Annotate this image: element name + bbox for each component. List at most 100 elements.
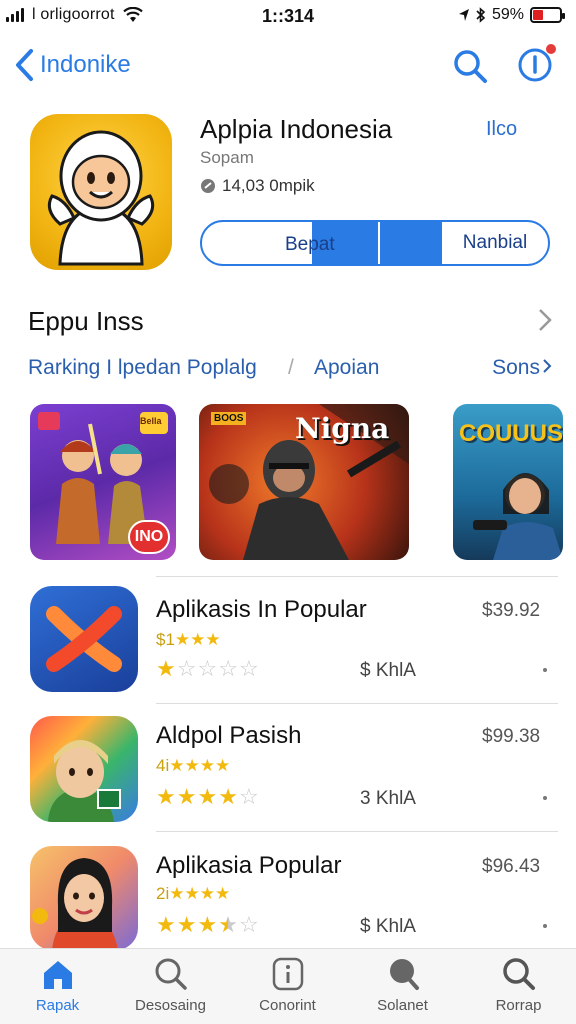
- segment-fill-2[interactable]: [378, 222, 442, 264]
- ranking-separator: /: [288, 356, 294, 379]
- more-dot[interactable]: [543, 924, 547, 928]
- status-bar: l orligoorrot 1::314 59%: [0, 0, 576, 34]
- list-app-subtitle: 4i ★★★★: [156, 756, 230, 776]
- section-title: Eppu Inss: [28, 306, 144, 336]
- back-label: Indonike: [40, 51, 131, 78]
- star-full-icon: ★: [176, 912, 197, 937]
- list-app-subtitle-text: $1: [156, 630, 175, 649]
- ranking-tab-apoian[interactable]: Apoian: [314, 356, 379, 380]
- tab-label: Desosaing: [135, 997, 206, 1014]
- see-all-link[interactable]: Sons: [492, 356, 552, 380]
- star-empty-icon: ☆: [238, 784, 259, 809]
- list-app-icon[interactable]: [30, 716, 138, 822]
- list-app-subtitle: $1 ★★★: [156, 630, 221, 650]
- tab-label: Solanet: [377, 997, 428, 1014]
- list-app-icon[interactable]: [30, 586, 138, 692]
- tab-search[interactable]: Desosaing: [113, 957, 228, 1014]
- featured-banner-1[interactable]: INO Bella: [30, 404, 176, 560]
- tab-label: Conorint: [259, 997, 316, 1014]
- app-developer: Sopam: [200, 148, 254, 167]
- divider: [156, 703, 558, 704]
- tab-search-2[interactable]: Rorrap: [461, 957, 576, 1014]
- get-button-label[interactable]: Bepat: [285, 234, 335, 256]
- chevron-left-icon: [16, 49, 33, 81]
- notification-dot: [546, 44, 556, 54]
- search-icon[interactable]: [452, 48, 488, 84]
- list-app-title[interactable]: Aplikasis In Popular: [156, 596, 367, 624]
- tab-label: Rorrap: [495, 997, 542, 1014]
- star-rating: ★ ★ ★ ★ ☆: [156, 786, 259, 808]
- info-icon: [272, 957, 303, 991]
- list-app-icon[interactable]: [30, 846, 138, 950]
- location-icon: [458, 9, 469, 21]
- nav-bar: Indonike: [0, 42, 576, 92]
- star-empty-icon: ☆: [197, 656, 218, 681]
- rating-icon: [201, 179, 215, 193]
- action-segment: Nanbial: [200, 220, 550, 266]
- tab-chat[interactable]: Solanet: [345, 957, 460, 1014]
- chevron-right-icon[interactable]: [538, 308, 552, 332]
- list-app-price[interactable]: $99.38: [482, 726, 540, 748]
- banner-top-tag: Bella: [140, 416, 162, 426]
- divider: [156, 576, 558, 577]
- app-title: Aplpia Indonesia: [200, 114, 393, 144]
- chevron-right-icon: [543, 359, 552, 373]
- star-empty-icon: ☆: [176, 656, 197, 681]
- home-icon: [43, 961, 72, 989]
- star-empty-icon: ☆: [218, 656, 238, 681]
- search-icon: [502, 958, 535, 990]
- banner-badge-label: INO: [134, 528, 164, 545]
- more-dot[interactable]: [543, 796, 547, 800]
- star-full-icon: ★: [197, 912, 218, 937]
- back-button[interactable]: Indonike: [14, 48, 131, 82]
- search-icon: [155, 958, 187, 990]
- list-app-size: $ KhlA: [360, 916, 416, 937]
- app-meta-text: 14,03 0mpik: [222, 176, 315, 195]
- bluetooth-icon: [476, 7, 486, 23]
- list-app-title[interactable]: Aldpol Pasish: [156, 722, 301, 750]
- banner-top-tag: BOOS: [211, 412, 247, 425]
- app-icon: [30, 114, 172, 270]
- divider: [156, 831, 558, 832]
- list-app-price[interactable]: $96.43: [482, 856, 540, 878]
- open-button[interactable]: Nanbial: [442, 222, 548, 264]
- list-app-subtitle: 2i ★★★★: [156, 884, 230, 904]
- status-right: 59%: [458, 6, 565, 24]
- star-full-icon: ★: [156, 784, 176, 809]
- battery-percent: 59%: [491, 6, 524, 23]
- more-dot[interactable]: [543, 668, 547, 672]
- tab-bar: Rapak Desosaing Conorint Solanet Rorrap: [0, 948, 576, 1024]
- star-empty-icon: ☆: [238, 912, 259, 937]
- list-app-size: 3 KhlA: [360, 788, 416, 809]
- tab-home[interactable]: Rapak: [0, 957, 115, 1014]
- tab-info[interactable]: Conorint: [230, 957, 345, 1014]
- star-empty-icon: ☆: [238, 656, 259, 681]
- list-app-subtitle-text: 2i: [156, 884, 170, 903]
- ranking-link[interactable]: Rarking I lpedan Poplalg: [28, 356, 257, 380]
- mini-rating: ★★★★: [169, 756, 231, 775]
- list-app-price[interactable]: $39.92: [482, 600, 540, 622]
- star-full-icon: ★: [156, 912, 176, 937]
- battery-icon: [530, 7, 565, 23]
- app-meta: 14,03 0mpik: [200, 176, 315, 196]
- featured-banner-3[interactable]: COUUUS: [453, 404, 563, 560]
- chat-icon: [389, 959, 419, 990]
- notification-button[interactable]: [516, 44, 556, 84]
- mini-rating: ★★★: [174, 630, 221, 649]
- app-badge[interactable]: Ilco: [486, 118, 517, 141]
- star-full-icon: ★: [197, 784, 218, 809]
- mini-rating: ★★★★: [169, 884, 231, 903]
- banner-badge: INO: [128, 520, 170, 554]
- list-app-title[interactable]: Aplikasia Popular: [156, 852, 341, 880]
- star-rating: ★ ★ ★ ★ ☆: [156, 914, 259, 936]
- tab-label: Rapak: [35, 997, 80, 1014]
- star-full-icon: ★: [218, 784, 238, 809]
- see-all-label: Sons: [492, 356, 540, 379]
- banner-title: Nigna: [295, 412, 390, 445]
- star-half-icon: ★: [218, 912, 238, 937]
- star-full-icon: ★: [156, 656, 176, 681]
- featured-banner-2[interactable]: BOOS Nigna: [199, 404, 409, 560]
- list-app-subtitle-text: 4i: [156, 756, 170, 775]
- banner-title: COUUUS: [459, 420, 563, 447]
- star-rating: ★ ☆ ☆ ☆ ☆: [156, 658, 259, 680]
